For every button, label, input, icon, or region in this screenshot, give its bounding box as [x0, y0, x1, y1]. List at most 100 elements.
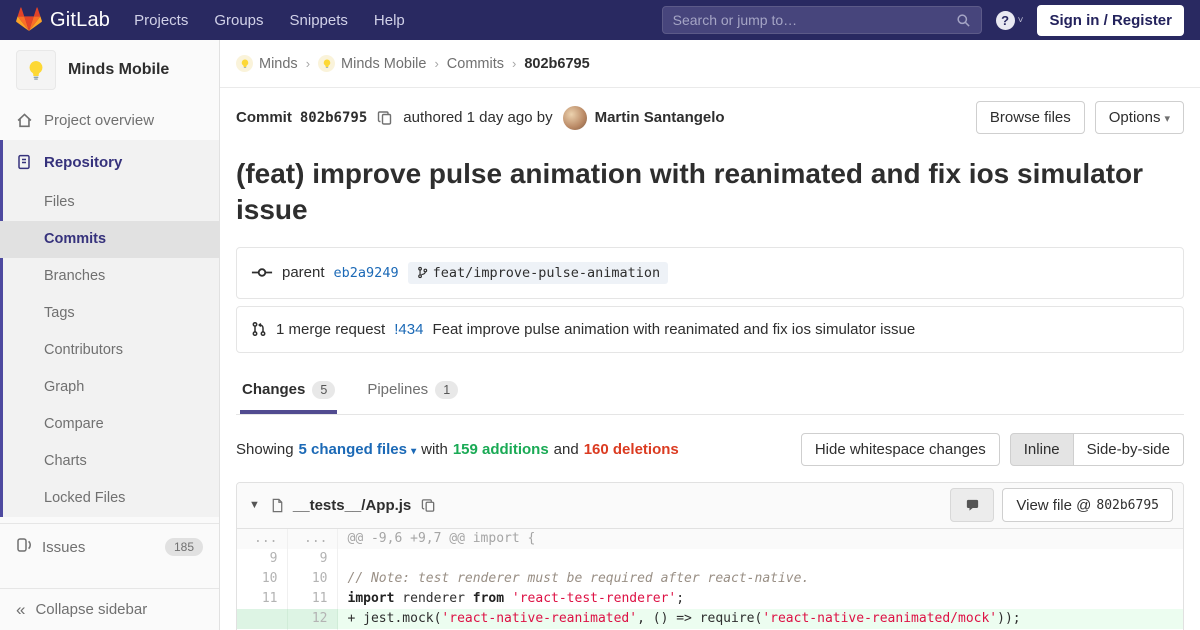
new-line-number[interactable]: ... [287, 528, 338, 549]
search-icon [956, 13, 971, 28]
breadcrumb: Minds › Minds Mobile › Commits › 802b679… [220, 40, 1200, 88]
doc-text-icon [16, 153, 34, 171]
breadcrumb-separator: › [512, 56, 517, 71]
sidebar-item-project-overview[interactable]: Project overview [0, 100, 219, 140]
mr-title: Feat improve pulse animation with reanim… [432, 320, 916, 338]
sidebar-item-graph[interactable]: Graph [0, 369, 219, 406]
commit-label: Commit [236, 109, 292, 126]
author-name[interactable]: Martin Santangelo [595, 109, 725, 126]
navbar-links: Projects Groups Snippets Help [134, 12, 405, 29]
help-menu[interactable]: ? ˅ [995, 10, 1024, 30]
collapse-sidebar-button[interactable]: « Collapse sidebar [0, 588, 219, 630]
commit-sha: 802b6795 [299, 109, 368, 126]
merge-request-box: 1 merge request !434 Feat improve pulse … [236, 305, 1184, 353]
diff-row: 11 11 import renderer from 'react-test-ren… [237, 588, 1183, 609]
browse-files-button[interactable]: Browse files [975, 101, 1085, 134]
project-sidebar: Minds Mobile Project overview Repository… [0, 40, 220, 630]
angle-double-left-icon: « [16, 599, 26, 619]
view-file-button[interactable]: View file @ 802b6795 [1002, 488, 1173, 523]
parent-sha-link[interactable]: eb2a9249 [334, 265, 399, 281]
sidebar-item-compare[interactable]: Compare [0, 406, 219, 443]
gitlab-logo[interactable]: GitLab [16, 7, 110, 33]
old-line-number[interactable]: 9 [237, 548, 288, 569]
file-diff-header: ▼ __tests__/App.js View file @ 802b6795 [237, 482, 1183, 529]
diff-view-toggle: Inline Side-by-side [1009, 432, 1184, 466]
lightbulb-icon [323, 59, 330, 68]
search-box[interactable] [661, 6, 982, 34]
diff-stats-row: Showing 5 changed files ▾ with 159 addit… [236, 432, 1184, 466]
tab-changes[interactable]: Changes 5 [240, 369, 338, 414]
nav-link-projects[interactable]: Projects [134, 12, 188, 29]
nav-link-snippets[interactable]: Snippets [290, 12, 348, 29]
copy-icon [378, 110, 392, 125]
project-avatar [318, 55, 336, 72]
code-line: @@ -9,6 +9,7 @@ import { [337, 528, 1183, 549]
project-header[interactable]: Minds Mobile [0, 40, 219, 100]
issues-label: Issues [42, 538, 86, 556]
chevron-down-icon: ˅ [1017, 14, 1024, 26]
gitlab-wordmark: GitLab [50, 8, 111, 31]
hide-whitespace-button[interactable]: Hide whitespace changes [800, 432, 1000, 466]
tab-pipelines[interactable]: Pipelines 1 [365, 369, 460, 414]
help-icon: ? [995, 10, 1015, 30]
branch-name: feat/improve-pulse-animation [432, 264, 661, 281]
old-line-number[interactable]: ... [237, 528, 288, 549]
copy-file-path-button[interactable] [419, 498, 438, 513]
view-file-sha: 802b6795 [1096, 497, 1159, 513]
old-line-number[interactable]: 10 [237, 568, 288, 589]
search-input[interactable] [672, 12, 956, 28]
old-line-number[interactable] [237, 608, 288, 629]
breadcrumb-item-minds-mobile[interactable]: Minds Mobile [318, 55, 426, 72]
copy-icon [422, 499, 435, 512]
new-line-number[interactable]: 11 [287, 588, 338, 609]
sidebar-item-contributors[interactable]: Contributors [0, 332, 219, 369]
top-navbar: GitLab Projects Groups Snippets Help ? ˅… [0, 0, 1200, 40]
breadcrumb-item-minds[interactable]: Minds [236, 55, 298, 72]
sidebar-item-tags[interactable]: Tags [0, 295, 219, 332]
diff-row: 99 [237, 548, 1183, 569]
commit-title: (feat) improve pulse animation with rean… [236, 158, 1144, 226]
toggle-comments-button[interactable] [950, 488, 995, 523]
code-line: import renderer from 'react-test-rendere… [347, 590, 685, 606]
group-avatar [236, 55, 253, 72]
nav-link-help[interactable]: Help [374, 12, 405, 29]
changed-files-dropdown[interactable]: 5 changed files ▾ [299, 441, 417, 458]
copy-commit-sha-button[interactable] [375, 110, 395, 126]
branch-ref-badge[interactable]: feat/improve-pulse-animation [407, 261, 669, 284]
collapse-file-caret-icon[interactable]: ▼ [247, 497, 262, 513]
sidebar-item-repository[interactable]: Repository [0, 140, 219, 184]
author-avatar[interactable] [562, 105, 587, 130]
issues-icon [16, 537, 32, 557]
side-by-side-view-button[interactable]: Side-by-side [1073, 432, 1184, 466]
sign-in-register-button[interactable]: Sign in / Register [1037, 4, 1184, 36]
comment-bubble-icon [966, 499, 979, 511]
new-line-number[interactable]: 9 [287, 548, 338, 569]
new-line-number[interactable]: 12 [287, 608, 338, 629]
breadcrumb-item-commits[interactable]: Commits [447, 56, 504, 72]
and-label: and [553, 440, 579, 458]
diff-row: 12 + jest.mock('react-native-reanimated',… [237, 608, 1183, 629]
nav-link-groups[interactable]: Groups [214, 12, 263, 29]
pipelines-count-badge: 1 [435, 380, 459, 399]
mr-ref-link[interactable]: !434 [394, 321, 423, 338]
inline-view-button[interactable]: Inline [1009, 432, 1074, 466]
repository-section: Repository Files Commits Branches Tags C… [0, 140, 219, 517]
options-dropdown-button[interactable]: Options ▾ [1094, 101, 1184, 134]
home-icon [16, 111, 34, 129]
sidebar-item-branches[interactable]: Branches [0, 258, 219, 295]
commit-icon [251, 265, 273, 280]
sidebar-item-files[interactable]: Files [0, 184, 219, 221]
sidebar-item-charts[interactable]: Charts [0, 443, 219, 480]
new-line-number[interactable]: 10 [287, 568, 338, 589]
code-line: // Note: test renderer must be required … [347, 570, 810, 586]
file-path[interactable]: __tests__/App.js [293, 497, 411, 514]
sidebar-item-issues[interactable]: Issues 185 [0, 524, 219, 570]
commit-tabs: Changes 5 Pipelines 1 [236, 369, 1184, 415]
lightbulb-icon [241, 59, 248, 68]
diff-row: 10 10 // Note: test renderer must be requi… [237, 568, 1183, 589]
sidebar-item-locked-files[interactable]: Locked Files [0, 480, 219, 517]
showing-label: Showing [236, 440, 294, 458]
old-line-number[interactable]: 11 [237, 588, 288, 609]
sidebar-item-commits[interactable]: Commits [0, 221, 219, 258]
diff-table: ...... @@ -9,6 +9,7 @@ import {9 9 10 10// N… [237, 528, 1183, 630]
